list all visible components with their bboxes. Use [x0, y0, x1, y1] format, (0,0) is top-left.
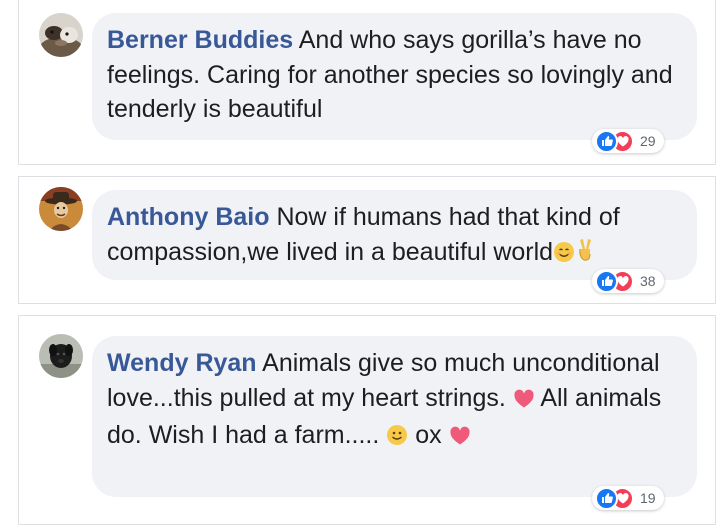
like-icon [595, 269, 618, 293]
smiling-face-emoji-icon [386, 421, 408, 456]
comment-bubble: Berner Buddies And who says gorilla’s ha… [92, 13, 697, 140]
reaction-count: 29 [640, 133, 656, 149]
commenter-avatar[interactable] [39, 334, 83, 378]
reaction-summary[interactable]: 19 [592, 486, 664, 510]
comment-author[interactable]: Berner Buddies [107, 26, 293, 54]
cowboy-avatar-icon [39, 187, 83, 231]
comment-bubble: Anthony Baio Now if humans had that kind… [92, 190, 697, 280]
comment-card: Anthony Baio Now if humans had that kind… [18, 176, 716, 304]
commenter-avatar[interactable] [39, 187, 83, 231]
dog-avatar-icon [39, 334, 83, 378]
reaction-count: 19 [640, 490, 656, 506]
pink-heart-emoji-icon [513, 384, 535, 419]
reaction-count: 38 [640, 273, 656, 289]
comment-card: Wendy Ryan Animals give so much uncondit… [18, 315, 716, 525]
commenter-avatar[interactable] [39, 13, 83, 57]
reaction-summary[interactable]: 29 [592, 129, 664, 153]
victory-hand-emoji-icon [575, 237, 595, 273]
comment-text: ox [415, 421, 442, 449]
like-icon [595, 129, 618, 153]
comment-author[interactable]: Wendy Ryan [107, 349, 257, 377]
like-icon [595, 486, 618, 510]
dog-avatar-icon [39, 13, 83, 57]
pink-heart-emoji-icon [449, 421, 471, 456]
comment-bubble: Wendy Ryan Animals give so much uncondit… [92, 336, 697, 497]
comment-card: Berner Buddies And who says gorilla’s ha… [18, 0, 716, 165]
smiling-face-emoji-icon [553, 238, 575, 273]
comment-author[interactable]: Anthony Baio [107, 203, 270, 231]
reaction-summary[interactable]: 38 [592, 269, 664, 293]
